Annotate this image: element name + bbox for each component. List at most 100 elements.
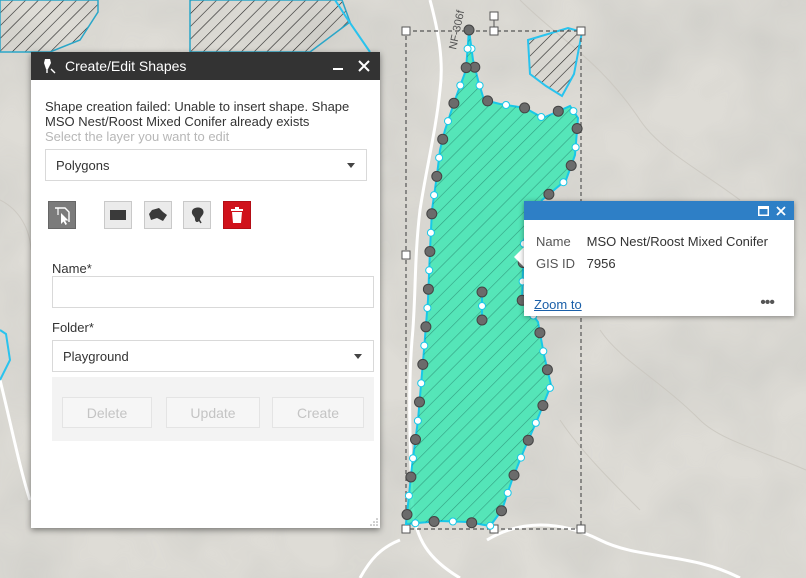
midpoint-handle[interactable] xyxy=(475,81,484,90)
rotate-handle xyxy=(489,11,499,21)
panel-header[interactable]: Create/Edit Shapes xyxy=(31,52,380,80)
midpoint-handle[interactable] xyxy=(430,191,439,200)
midpoint-handle[interactable] xyxy=(417,379,426,388)
vertex-handle[interactable] xyxy=(431,170,443,182)
field-key: GIS ID xyxy=(536,256,576,271)
action-buttons: Delete Update Create xyxy=(52,377,374,441)
vertex-handle[interactable] xyxy=(522,434,534,446)
vertex-handle[interactable] xyxy=(543,188,555,200)
popup-field-gis-id: GIS ID 7956 xyxy=(536,256,616,271)
vertex-handle[interactable] xyxy=(565,160,577,171)
vertex-handle[interactable] xyxy=(448,97,460,109)
maximize-icon xyxy=(757,205,769,216)
midpoint-handle[interactable] xyxy=(571,143,580,152)
popup-close-button[interactable] xyxy=(772,202,790,220)
popup-pointer xyxy=(514,247,524,267)
field-key: Name xyxy=(536,234,571,249)
name-input[interactable] xyxy=(52,276,374,308)
vertex-handle[interactable] xyxy=(508,469,520,481)
midpoint-handle[interactable] xyxy=(456,81,465,90)
vertex-handle[interactable] xyxy=(414,396,425,408)
midpoint-handle[interactable] xyxy=(423,304,432,312)
midpoint-handle[interactable] xyxy=(426,228,435,237)
vertex-handle[interactable] xyxy=(466,517,478,529)
midpoint-handle[interactable] xyxy=(559,178,568,187)
vertex-handle[interactable] xyxy=(420,321,432,333)
update-button[interactable]: Update xyxy=(166,397,260,428)
close-icon xyxy=(776,205,786,216)
midpoint-handle[interactable] xyxy=(539,347,548,356)
create-button[interactable]: Create xyxy=(272,397,364,428)
freehand-tool[interactable] xyxy=(183,201,211,229)
close-button[interactable] xyxy=(354,56,374,76)
vertex-handle[interactable] xyxy=(476,314,488,326)
vertex-handle[interactable] xyxy=(410,434,421,445)
midpoint-handle[interactable] xyxy=(409,454,417,463)
vertex-handle[interactable] xyxy=(478,302,486,310)
midpoint-handle[interactable] xyxy=(413,416,422,425)
midpoint-handle[interactable] xyxy=(420,341,429,350)
midpoint-handle[interactable] xyxy=(531,418,540,427)
chevron-down-icon xyxy=(354,354,362,359)
vertex-handle[interactable] xyxy=(463,24,475,36)
midpoint-handle[interactable] xyxy=(463,44,472,53)
vertex-handle[interactable] xyxy=(417,358,429,370)
vertex-handle[interactable] xyxy=(476,286,488,298)
delete-tool[interactable] xyxy=(223,201,251,229)
delete-button[interactable]: Delete xyxy=(62,397,152,428)
vertex-handle[interactable] xyxy=(482,95,494,107)
maximize-button[interactable] xyxy=(754,202,772,220)
folder-select[interactable]: Playground xyxy=(52,340,374,372)
midpoint-handle[interactable] xyxy=(486,521,495,530)
rectangle-icon xyxy=(110,210,126,220)
vertex-handle[interactable] xyxy=(519,102,531,114)
pencil-pin-icon xyxy=(42,58,56,74)
feature-popup: Name MSO Nest/Roost Mixed Conifer GIS ID… xyxy=(524,201,794,316)
midpoint-handle[interactable] xyxy=(404,491,413,500)
vertex-handle[interactable] xyxy=(401,509,413,520)
polygon-tool[interactable] xyxy=(144,201,172,229)
vertex-handle[interactable] xyxy=(460,62,472,74)
vertex-handle[interactable] xyxy=(496,505,507,517)
minimize-button[interactable] xyxy=(328,56,348,76)
name-label: Name* xyxy=(52,261,92,276)
midpoint-handle[interactable] xyxy=(425,266,434,275)
midpoint-handle[interactable] xyxy=(502,101,510,109)
midpoint-handle[interactable] xyxy=(569,107,578,116)
popup-header xyxy=(524,201,794,220)
layer-select-value: Polygons xyxy=(56,157,110,173)
select-tool[interactable] xyxy=(48,201,76,229)
layer-select[interactable]: Polygons xyxy=(45,149,367,181)
panel-title: Create/Edit Shapes xyxy=(65,58,187,74)
vertex-handle[interactable] xyxy=(405,471,417,483)
more-options-icon[interactable]: ••• xyxy=(760,294,775,312)
vertex-handle[interactable] xyxy=(422,283,434,295)
midpoint-handle[interactable] xyxy=(517,453,525,462)
midpoint-handle[interactable] xyxy=(537,113,546,121)
midpoint-handle[interactable] xyxy=(448,517,457,526)
midpoint-handle[interactable] xyxy=(411,519,420,528)
create-edit-shapes-panel: Create/Edit Shapes Shape creation failed… xyxy=(31,52,380,528)
layer-hint: Select the layer you want to edit xyxy=(45,129,230,144)
vertex-handle[interactable] xyxy=(437,133,449,145)
vertex-handle[interactable] xyxy=(534,327,546,339)
vertex-handle[interactable] xyxy=(571,123,583,134)
resize-handle-icon[interactable] xyxy=(370,518,378,526)
vertex-handle[interactable] xyxy=(541,364,553,376)
midpoint-handle[interactable] xyxy=(444,117,452,126)
vertex-handle[interactable] xyxy=(552,105,564,117)
vertex-handle[interactable] xyxy=(428,516,440,527)
vertex-handle[interactable] xyxy=(426,208,438,220)
rectangle-tool[interactable] xyxy=(104,201,132,229)
close-icon xyxy=(358,60,370,72)
vertex-handle[interactable] xyxy=(424,246,436,257)
midpoint-handle[interactable] xyxy=(503,488,512,497)
error-message: Shape creation failed: Unable to insert … xyxy=(45,99,350,129)
popup-field-name: Name MSO Nest/Roost Mixed Conifer xyxy=(536,234,768,249)
midpoint-handle[interactable] xyxy=(545,383,554,392)
zoom-to-link[interactable]: Zoom to xyxy=(534,297,582,312)
polygon-icon xyxy=(149,208,167,221)
midpoint-handle[interactable] xyxy=(435,153,444,162)
vertex-handle[interactable] xyxy=(537,400,549,411)
folder-select-value: Playground xyxy=(63,348,129,364)
